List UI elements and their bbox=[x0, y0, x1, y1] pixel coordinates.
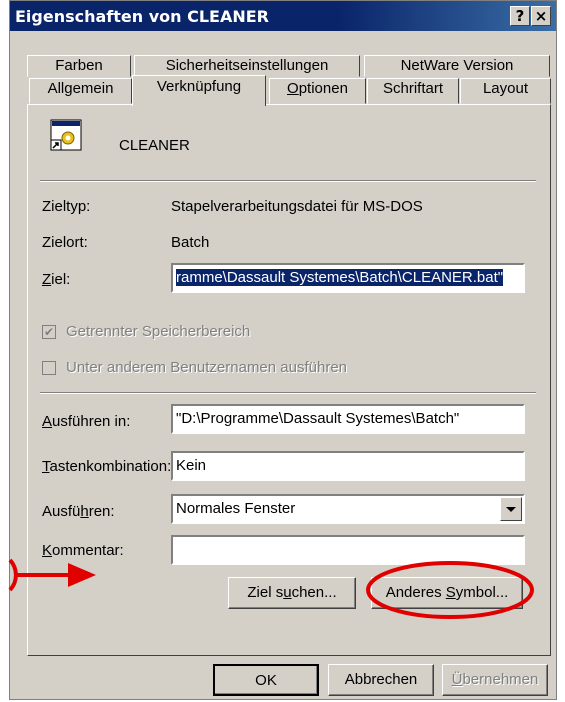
tab-verknuepfung[interactable]: Verknüpfung bbox=[132, 75, 266, 106]
annotation-ellipse bbox=[366, 561, 534, 619]
annotation-arrow-head bbox=[68, 563, 96, 587]
annotation-overlay bbox=[8, 558, 534, 619]
